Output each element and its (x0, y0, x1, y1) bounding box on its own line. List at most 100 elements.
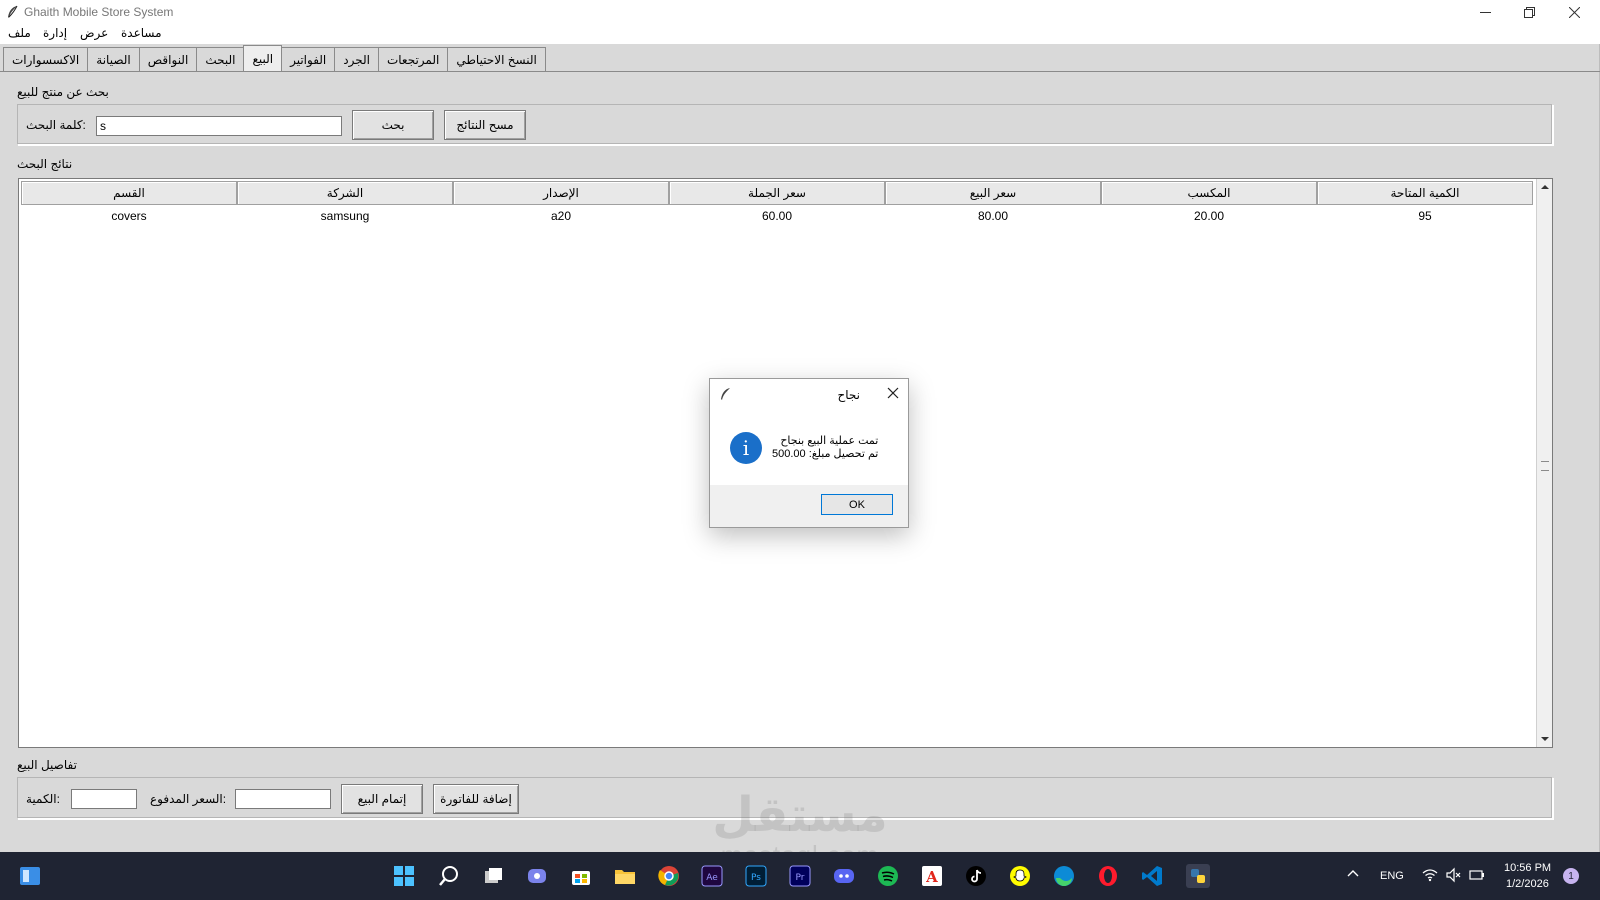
column-header-company[interactable]: الشركة (237, 181, 453, 205)
clock-time[interactable]: 10:56 PM (1504, 862, 1551, 874)
paid-price-label: السعر المدفوع: (150, 792, 227, 806)
tab-strip-border (0, 71, 1600, 72)
table-cell: 20.00 (1193, 209, 1225, 223)
close-icon[interactable] (886, 386, 900, 400)
table-cell: samsung (320, 209, 370, 223)
dialog-message-line1: تمت عملية البيع بنجاح (780, 435, 879, 447)
tab-bar: الاكسسوارات الصيانة النواقص البحث البيع … (3, 45, 546, 71)
window-title: Ghaith Mobile Store System (24, 5, 174, 19)
info-icon: i (730, 432, 762, 464)
tab-invoices[interactable]: الفواتير (281, 47, 336, 71)
quantity-input[interactable] (71, 789, 137, 809)
restore-button[interactable] (1506, 0, 1552, 24)
results-section-title: نتائج البحث (17, 157, 73, 171)
quantity-label: الكمية: (26, 792, 60, 806)
ok-button[interactable]: OK (821, 494, 893, 515)
table-header: القسم الشركة الإصدار سعر الجملة سعر البي… (21, 181, 1533, 205)
taskbar: Ae Ps Pr A ENG 10:56 PM 1/2/2026 1 (0, 852, 1600, 900)
discord-icon[interactable] (832, 864, 856, 888)
language-indicator[interactable]: ENG (1380, 870, 1404, 882)
tab-accessories[interactable]: الاكسسوارات (3, 47, 89, 71)
scroll-up-icon[interactable] (1540, 182, 1550, 192)
menu-help[interactable]: مساعدة (121, 26, 162, 40)
spotify-icon[interactable] (876, 864, 900, 888)
file-explorer-icon[interactable] (613, 864, 637, 888)
tab-sales[interactable]: البيع (243, 45, 283, 71)
column-header-sale-price[interactable]: سعر البيع (885, 181, 1101, 205)
search-keyword-label: كلمة البحث: (26, 118, 86, 132)
title-bar: Ghaith Mobile Store System (0, 0, 1600, 24)
minimize-button[interactable] (1462, 0, 1508, 24)
menu-file[interactable]: ملف (8, 26, 31, 40)
search-button[interactable]: بحث (352, 110, 434, 140)
table-cell: a20 (550, 209, 572, 223)
battery-icon[interactable] (1469, 867, 1485, 883)
table-cell: covers (111, 209, 147, 223)
table-cell: 60.00 (761, 209, 793, 223)
vscode-icon[interactable] (1140, 864, 1164, 888)
column-header-quantity[interactable]: الكمية المتاحة (1317, 181, 1533, 205)
column-header-category[interactable]: القسم (21, 181, 237, 205)
python-app-icon[interactable] (1186, 864, 1210, 888)
scroll-down-icon[interactable] (1540, 734, 1550, 744)
volume-muted-icon[interactable] (1445, 867, 1461, 883)
notification-badge[interactable]: 1 (1563, 868, 1579, 884)
success-dialog: نجاح i تمت عملية البيع بنجاح تم تحصيل مب… (709, 378, 909, 528)
tab-returns[interactable]: المرتجعات (377, 47, 449, 71)
svg-text:Pr: Pr (796, 873, 805, 883)
menu-bar: ملف إدارة عرض مساعدة (0, 24, 1600, 44)
photoshop-icon[interactable]: Ps (744, 864, 768, 888)
clear-results-button[interactable]: مسح النتائج (444, 110, 526, 140)
tab-search[interactable]: البحث (196, 47, 245, 71)
wifi-icon[interactable] (1422, 867, 1438, 883)
column-header-wholesale-price[interactable]: سعر الجملة (669, 181, 885, 205)
chrome-icon[interactable] (657, 864, 681, 888)
dialog-title: نجاح (837, 388, 861, 402)
sale-details-title: تفاصيل البيع (17, 758, 77, 772)
tiktok-icon[interactable] (964, 864, 988, 888)
snapchat-icon[interactable] (1008, 864, 1032, 888)
tab-inventory[interactable]: الجرد (334, 47, 379, 71)
tab-shortages[interactable]: النواقص (138, 47, 198, 71)
widgets-icon[interactable] (18, 864, 42, 888)
paid-price-input[interactable] (235, 789, 331, 809)
search-input[interactable] (96, 116, 342, 136)
vertical-scrollbar[interactable] (1536, 179, 1552, 747)
premiere-icon[interactable]: Pr (788, 864, 812, 888)
column-header-profit[interactable]: المكسب (1101, 181, 1317, 205)
store-icon[interactable] (569, 864, 593, 888)
menu-admin[interactable]: إدارة (43, 26, 67, 40)
scroll-thumb[interactable] (1541, 461, 1549, 471)
clock-date[interactable]: 1/2/2026 (1506, 878, 1549, 890)
add-to-invoice-button[interactable]: إضافة للفاتورة (433, 784, 519, 814)
edge-icon[interactable] (1052, 864, 1076, 888)
table-row[interactable]: covers samsung a20 60.00 80.00 20.00 95 (21, 207, 1533, 225)
tab-maintenance[interactable]: الصيانة (87, 47, 140, 71)
acrobat-icon[interactable]: A (920, 864, 944, 888)
dialog-message: تمت عملية البيع بنجاح تم تحصيل مبلغ: 500… (772, 435, 878, 461)
svg-text:A: A (925, 868, 938, 886)
dialog-message-line2: تم تحصيل مبلغ: 500.00 (772, 448, 879, 460)
feather-icon (8, 5, 18, 18)
menu-view[interactable]: عرض (80, 26, 108, 40)
search-section-title: بحث عن منتج للبيع (17, 85, 109, 99)
table-cell: 80.00 (977, 209, 1009, 223)
tab-backup[interactable]: النسخ الاحتياطي (447, 47, 546, 71)
task-view-icon[interactable] (482, 864, 506, 888)
column-header-model[interactable]: الإصدار (453, 181, 669, 205)
dialog-footer: OK (710, 485, 908, 527)
chevron-up-icon[interactable] (1346, 866, 1360, 880)
table-cell: 95 (1418, 209, 1432, 223)
svg-text:Ae: Ae (706, 873, 718, 883)
close-button[interactable] (1551, 0, 1597, 24)
svg-text:Ps: Ps (751, 873, 761, 883)
restore-icon (1523, 6, 1535, 18)
search-icon[interactable] (437, 864, 461, 888)
opera-icon[interactable] (1096, 864, 1120, 888)
close-icon (1568, 6, 1580, 18)
chat-icon[interactable] (525, 864, 549, 888)
minimize-icon (1479, 11, 1491, 13)
start-icon[interactable] (392, 864, 416, 888)
complete-sale-button[interactable]: إتمام البيع (341, 784, 423, 814)
after-effects-icon[interactable]: Ae (700, 864, 724, 888)
